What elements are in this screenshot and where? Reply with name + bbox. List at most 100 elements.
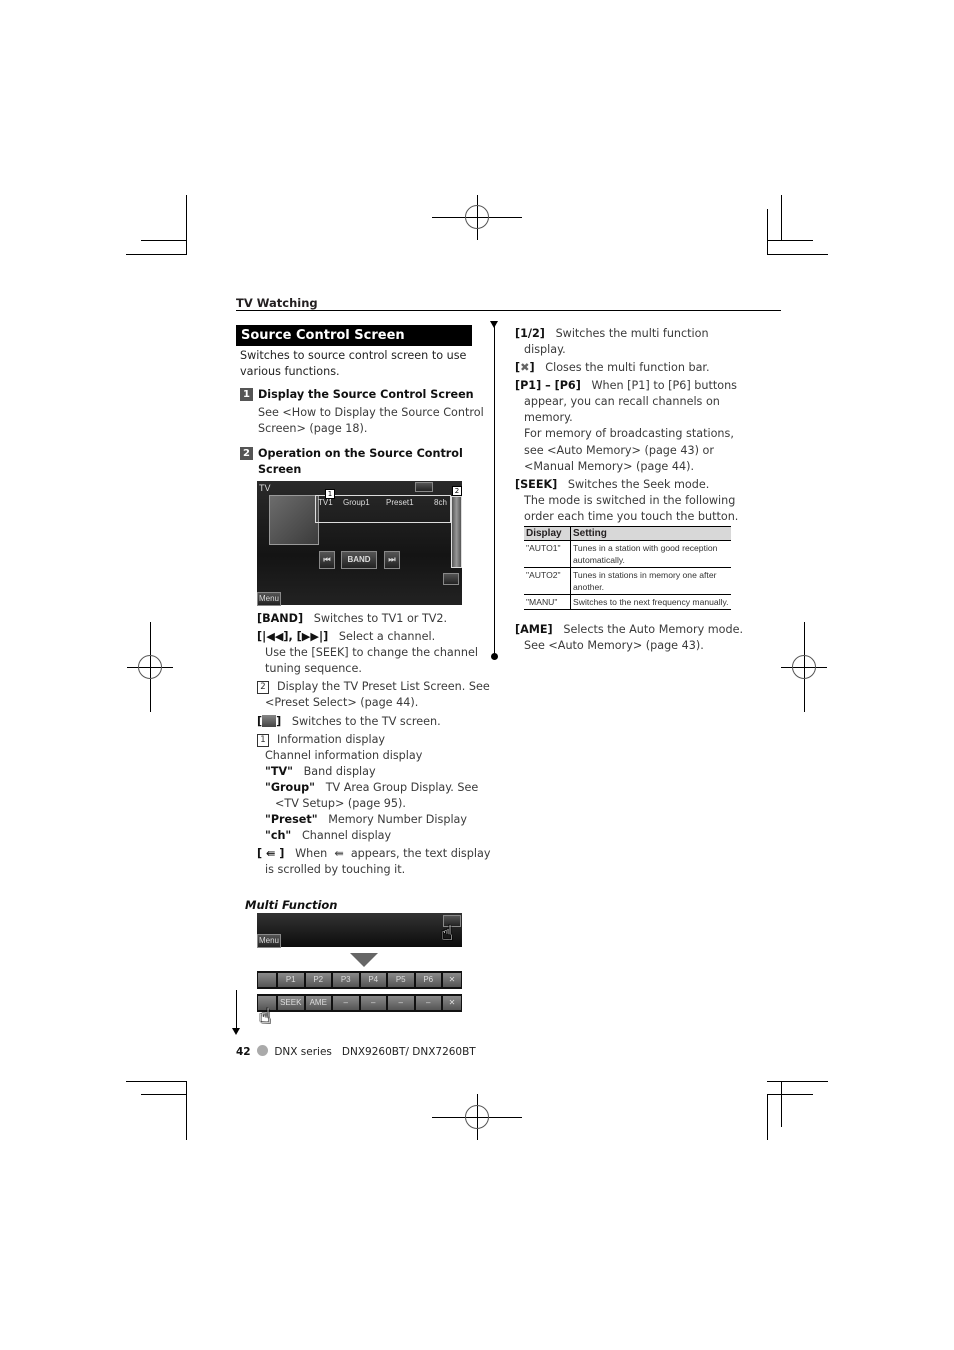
crop-mark: [141, 1094, 187, 1095]
step-2-heading: 2 Operation on the Source Control: [240, 446, 463, 462]
step-2-heading-cont: Screen: [258, 463, 302, 476]
pointing-hand-icon: ☝: [441, 921, 454, 945]
desc-seek-more: Use the [SEEK] to change the channel: [265, 646, 478, 659]
menu-button[interactable]: Menu: [257, 592, 281, 606]
close-button[interactable]: ✕: [443, 973, 461, 987]
info-band: TV1: [318, 498, 333, 507]
desc-presets-more: <Manual Memory> (page 44).: [524, 460, 695, 473]
empty-button[interactable]: –: [388, 996, 414, 1010]
desc-scroll: [ ⇚ ] When ⇚ appears, the text display: [257, 847, 491, 860]
section-title: Source Control Screen: [236, 325, 472, 346]
multi-function-heading: Multi Function: [245, 898, 338, 912]
info-preset: Preset1: [386, 498, 414, 507]
model-names: DNX9260BT/ DNX7260BT: [341, 1046, 476, 1058]
empty-button[interactable]: –: [360, 996, 386, 1010]
info-item-more: <TV Setup> (page 95).: [275, 797, 406, 810]
menu-button[interactable]: Menu: [257, 934, 281, 948]
callout-2: 2: [452, 486, 462, 496]
step-number: 1: [240, 388, 253, 401]
tv-screen-button[interactable]: [443, 573, 459, 585]
info-display[interactable]: TV1 Group1 Preset1 8ch: [315, 495, 451, 523]
preset-button[interactable]: P3: [333, 973, 359, 987]
desc-info: 1 Information display: [257, 732, 385, 748]
step-1-body: See <How to Display the Source Control: [258, 406, 484, 419]
desc-ame: [AME] Selects the Auto Memory mode.: [515, 623, 744, 636]
empty-button[interactable]: –: [415, 996, 441, 1010]
multi-function-bar-collapsed: Menu ☝: [257, 913, 462, 948]
preset-button[interactable]: P1: [278, 973, 304, 987]
seek-mode-table: Display Setting "AUTO1" Tunes in a statio…: [524, 526, 731, 610]
callout-1: 1: [325, 489, 335, 499]
flow-end-dot: [491, 653, 498, 660]
crop-mark: [781, 1081, 782, 1127]
desc-presets-more: appear, you can recall channels on: [524, 395, 720, 408]
desc-seek-mode-more: The mode is switched in the following: [524, 494, 736, 507]
crop-mark: [767, 1094, 813, 1095]
crop-mark: [767, 209, 768, 255]
info-item: "ch" Channel display: [265, 829, 392, 842]
desc-seek-mode: [SEEK] Switches the Seek mode.: [515, 478, 710, 491]
prev-button[interactable]: ⏮: [319, 551, 335, 569]
desc-tvscreen: [] Switches to the TV screen.: [257, 715, 441, 728]
preset-list-bar[interactable]: [451, 496, 462, 568]
info-item: "Group" TV Area Group Display. See: [265, 781, 479, 794]
page-toggle-button[interactable]: [258, 973, 276, 987]
header-rule: [236, 310, 781, 311]
empty-button[interactable]: –: [333, 996, 359, 1010]
preset-button[interactable]: P2: [305, 973, 331, 987]
next-button[interactable]: ⏭: [384, 551, 400, 569]
preset-button[interactable]: P4: [360, 973, 386, 987]
footer-dot-icon: [256, 1045, 268, 1056]
multi-function-bar-row2: SEEK AME – – – – ✕: [257, 994, 462, 1012]
crop-mark: [126, 1081, 187, 1082]
flow-line-left: [236, 990, 237, 1030]
scroll-icon: ⇚: [334, 847, 344, 860]
desc-half-more: display.: [524, 343, 566, 356]
series-name: DNX series: [274, 1046, 332, 1058]
crop-mark: [767, 1081, 828, 1082]
band-button[interactable]: BAND: [341, 551, 377, 569]
desc-presets: [P1] – [P6] When [P1] to [P6] buttons: [515, 379, 737, 392]
scroll-button[interactable]: [415, 482, 433, 492]
ame-button[interactable]: AME: [305, 996, 331, 1010]
tv-thumbnail[interactable]: [269, 495, 319, 545]
preset-button[interactable]: P6: [415, 973, 441, 987]
desc-presets-more: memory.: [524, 411, 573, 424]
desc-presets-more: see <Auto Memory> (page 43) or: [524, 444, 714, 457]
tv-screen-icon: [262, 715, 277, 727]
crop-mark: [781, 195, 782, 241]
info-item: "Preset" Memory Number Display: [265, 813, 468, 826]
intro-line: Switches to source control screen to use: [240, 349, 467, 362]
next-track-icon: ⏭: [388, 555, 396, 564]
down-arrow-icon: [350, 953, 378, 967]
multi-function-bar-row1: P1 P2 P3 P4 P5 P6 ✕: [257, 971, 462, 989]
section-header: TV Watching: [236, 296, 318, 310]
tv-source-screen: TV TV1 Group1 Preset1 8ch 1 2 ⏮ BAND ⏭ M…: [257, 481, 462, 606]
crop-mark: [141, 240, 187, 241]
desc-band: [BAND] Switches to TV1 or TV2.: [257, 612, 448, 625]
desc-ame-more: See <Auto Memory> (page 43).: [524, 639, 704, 652]
crop-mark: [767, 240, 813, 241]
table-row: "MANU" Switches to the next frequency man…: [524, 594, 731, 610]
desc-info-sub: Channel information display: [265, 749, 423, 762]
flow-line-right: [494, 322, 495, 656]
band-label: TV: [259, 483, 271, 493]
crop-mark: [767, 254, 828, 255]
page-number: 42: [236, 1046, 251, 1058]
desc-seek: [|◀◀], [▶▶|] Select a channel.: [257, 630, 436, 643]
seek-button[interactable]: SEEK: [278, 996, 304, 1010]
crop-mark: [186, 195, 187, 241]
info-channel: 8ch: [434, 498, 447, 507]
intro-line: various functions.: [240, 365, 340, 378]
close-x-icon: ✖: [520, 361, 530, 374]
prev-track-icon: ⏮: [323, 555, 331, 564]
close-button[interactable]: ✕: [443, 996, 461, 1010]
pointing-hand-icon: ☝: [259, 1004, 272, 1028]
info-group: Group1: [343, 498, 370, 507]
close-icon: ✕: [448, 975, 456, 984]
preset-button[interactable]: P5: [388, 973, 414, 987]
desc-seek-mode-more: order each time you touch the button.: [524, 510, 739, 523]
footer: 42 DNX series DNX9260BT/ DNX7260BT: [236, 1044, 476, 1060]
desc-scroll-more: is scrolled by touching it.: [265, 863, 406, 876]
table-row: "AUTO2" Tunes in stations in memory one a…: [524, 567, 731, 595]
